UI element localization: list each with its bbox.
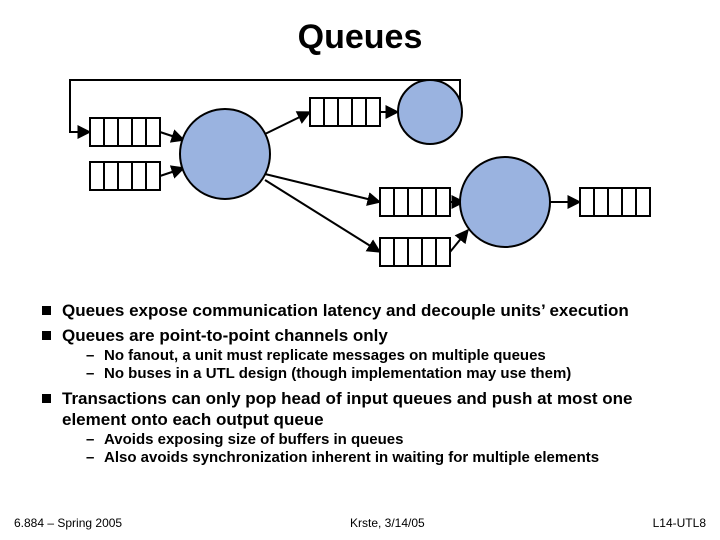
bullet-list: Queues expose communication latency and … <box>40 300 690 468</box>
slide: Queues Queues expose communication laten… <box>0 0 720 540</box>
arrow <box>160 168 184 176</box>
unit-node <box>180 109 270 199</box>
sub-item: No buses in a UTL design (though impleme… <box>62 365 690 384</box>
arrow <box>265 112 310 134</box>
bullet-item: Queues are point-to-point channels only N… <box>40 325 690 384</box>
sub-item: Avoids exposing size of buffers in queue… <box>62 431 690 450</box>
arrow <box>265 174 380 202</box>
arrow <box>265 180 380 252</box>
sub-item: Also avoids synchronization inherent in … <box>62 449 690 468</box>
queue-icon <box>310 98 380 126</box>
unit-node <box>460 157 550 247</box>
arrow <box>450 230 468 252</box>
slide-body: Queues expose communication latency and … <box>40 300 690 472</box>
slide-title: Queues <box>0 18 720 57</box>
bullet-item: Queues expose communication latency and … <box>40 300 690 321</box>
arrow <box>160 132 184 140</box>
queue-icon <box>90 162 160 190</box>
unit-node <box>398 80 462 144</box>
bullet-text: Queues expose communication latency and … <box>62 301 629 320</box>
queue-icon <box>90 118 160 146</box>
footer-center: Krste, 3/14/05 <box>350 516 425 530</box>
sub-list: No fanout, a unit must replicate message… <box>62 347 690 385</box>
footer-left: 6.884 – Spring 2005 <box>14 516 122 530</box>
queue-icon <box>380 188 450 216</box>
bullet-text: Queues are point-to-point channels only <box>62 326 388 345</box>
footer-right: L14-UTL8 <box>653 516 706 530</box>
queue-diagram <box>60 70 660 280</box>
queue-icon <box>580 188 650 216</box>
bullet-text: Transactions can only pop head of input … <box>62 389 633 429</box>
sub-list: Avoids exposing size of buffers in queue… <box>62 431 690 469</box>
slide-footer: 6.884 – Spring 2005 Krste, 3/14/05 L14-U… <box>14 516 706 530</box>
queue-icon <box>380 238 450 266</box>
sub-item: No fanout, a unit must replicate message… <box>62 347 690 366</box>
bullet-item: Transactions can only pop head of input … <box>40 388 690 468</box>
